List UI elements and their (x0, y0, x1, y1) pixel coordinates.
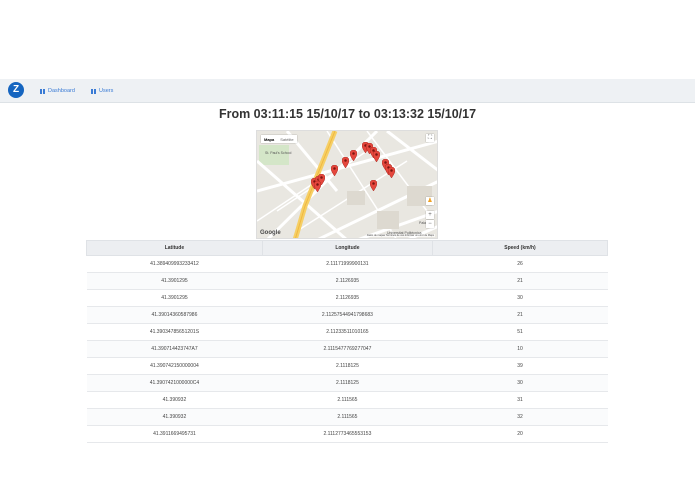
route-map[interactable]: St. Paul's School Universitat Politècnic… (256, 130, 438, 239)
table-row: 41.389409993233412 2.11171999900131 26 (86, 255, 608, 273)
table-row: 41.3911669495731 2.1112773465553153 20 (86, 425, 608, 443)
speed-cell: 21 (432, 306, 608, 324)
map-marker-icon[interactable] (387, 167, 395, 178)
bar-chart-icon (91, 88, 96, 94)
fullscreen-icon[interactable]: ⛶ (426, 134, 434, 142)
longitude-cell: 2.111565 (262, 408, 433, 426)
speed-cell: 32 (432, 408, 608, 426)
nav-item-label: Users (99, 88, 114, 94)
speed-cell: 30 (432, 289, 608, 307)
pegman-icon[interactable]: ♟ (426, 197, 434, 205)
longitude-cell: 2.1115477769277047 (262, 340, 433, 358)
page-title: From 03:11:15 15/10/17 to 03:13:32 15/10… (218, 107, 477, 121)
column-header-latitude[interactable]: Latitude (86, 240, 263, 256)
column-header-speed[interactable]: Speed (km/h) (431, 240, 609, 256)
speed-cell: 51 (432, 323, 608, 341)
positions-table: Latitude Longitude Speed (km/h) 41.38940… (86, 240, 609, 443)
bar-chart-icon (40, 88, 45, 94)
longitude-cell: 2.11171999900131 (262, 255, 433, 273)
latitude-cell: 41.390932 (86, 408, 263, 426)
speed-cell: 20 (432, 425, 608, 443)
table-row: 41.390932 2.111565 31 (86, 391, 608, 409)
column-header-longitude[interactable]: Longitude (261, 240, 433, 256)
table-row: 41.390932 2.111565 32 (86, 408, 608, 426)
top-navbar: Z Dashboard Users (0, 79, 695, 103)
table-row: 41.3901295 2.1126935 30 (86, 289, 608, 307)
longitude-cell: 2.11257544941798683 (262, 306, 433, 324)
speed-cell: 30 (432, 374, 608, 392)
speed-cell: 31 (432, 391, 608, 409)
map-marker-icon[interactable] (313, 181, 321, 192)
latitude-cell: 41.3901295 (86, 272, 263, 290)
table-header-row: Latitude Longitude Speed (km/h) (86, 240, 609, 256)
longitude-cell: 2.11233511010165 (262, 323, 433, 341)
table-row: 41.39034785651201S 2.11233511010165 51 (86, 323, 608, 341)
map-marker-icon[interactable] (369, 180, 377, 191)
map-marker-icon[interactable] (372, 151, 380, 162)
map-tiles (257, 131, 437, 238)
map-footer[interactable]: Datos de mapas Términos de uso Informar … (365, 234, 435, 237)
brand-logo[interactable]: Z (8, 82, 24, 98)
nav-item-users[interactable]: Users (91, 86, 113, 96)
map-label-school: St. Paul's School (265, 151, 292, 155)
zoom-in-icon[interactable]: + (426, 211, 434, 219)
speed-cell: 21 (432, 272, 608, 290)
table-body: 41.389409993233412 2.11171999900131 26 41.3… (86, 255, 608, 443)
latitude-cell: 41.389409993233412 (86, 255, 263, 273)
latitude-cell: 41.390932 (86, 391, 263, 409)
latitude-cell: 41.390714423747A7 (86, 340, 263, 358)
map-marker-icon[interactable] (330, 165, 338, 176)
nav-item-label: Dashboard (48, 88, 75, 94)
longitude-cell: 2.1112773465553153 (262, 425, 433, 443)
table-row: 41.390714423747A7 2.1115477769277047 10 (86, 340, 608, 358)
map-type-map-button[interactable]: Mapa (261, 135, 277, 143)
map-type-satellite-button[interactable]: Satélite (277, 135, 296, 143)
latitude-cell: 41.39034785651201S (86, 323, 263, 341)
longitude-cell: 2.1118125 (262, 374, 433, 392)
longitude-cell: 2.111565 (262, 391, 433, 409)
latitude-cell: 41.3901295 (86, 289, 263, 307)
nav-item-dashboard[interactable]: Dashboard (40, 86, 75, 96)
google-logo: Google (260, 230, 281, 236)
table-row: 41.3907421000000C4 2.1118125 30 (86, 374, 608, 392)
latitude-cell: 41.390742150000004 (86, 357, 263, 375)
latitude-cell: 41.39014360587986 (86, 306, 263, 324)
table-row: 41.39014360587986 2.11257544941798683 21 (86, 306, 608, 324)
map-type-control: Mapa Satélite (261, 135, 297, 143)
table-row: 41.390742150000004 2.1118125 39 (86, 357, 608, 375)
longitude-cell: 2.1118125 (262, 357, 433, 375)
speed-cell: 39 (432, 357, 608, 375)
longitude-cell: 2.1126935 (262, 289, 433, 307)
map-marker-icon[interactable] (341, 157, 349, 168)
zoom-out-icon[interactable]: − (426, 220, 434, 228)
table-row: 41.3901295 2.1126935 21 (86, 272, 608, 290)
map-marker-icon[interactable] (349, 150, 357, 161)
latitude-cell: 41.3907421000000C4 (86, 374, 263, 392)
latitude-cell: 41.3911669495731 (86, 425, 263, 443)
longitude-cell: 2.1126935 (262, 272, 433, 290)
speed-cell: 10 (432, 340, 608, 358)
speed-cell: 26 (432, 255, 608, 273)
